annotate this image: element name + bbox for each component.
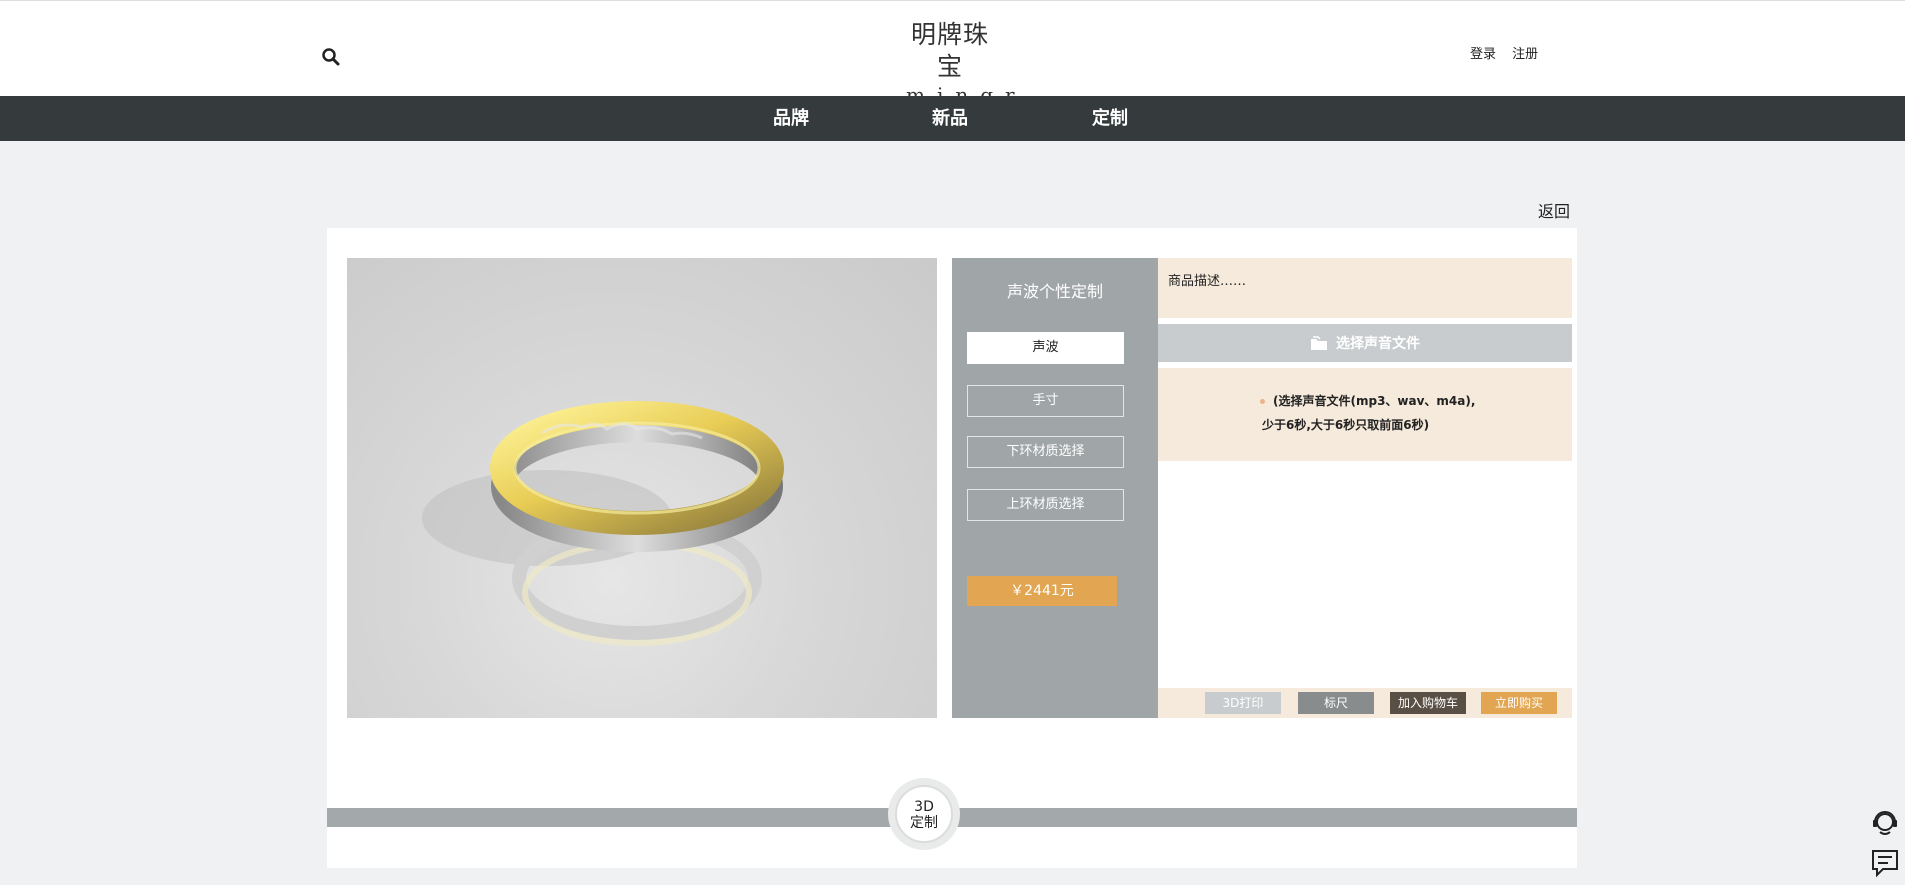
option-lower-ring-material[interactable]: 下环材质选择	[967, 436, 1124, 468]
3d-custom-badge[interactable]: 3D 定制	[895, 785, 953, 843]
customer-service-icon[interactable]	[1870, 808, 1900, 838]
badge-line-2: 定制	[910, 815, 938, 831]
nav-item-brand[interactable]: 品牌	[773, 96, 809, 141]
site-header: 明牌珠宝 mingr 登录 注册	[0, 0, 1905, 107]
hint-line-1: (选择声音文件(mp3、wav、m4a),	[1273, 394, 1476, 408]
badge-line-1: 3D	[914, 799, 934, 815]
product-description: 商品描述……	[1158, 258, 1572, 318]
hint-line-2: 少于6秒,大于6秒只取前面6秒)	[1262, 418, 1430, 432]
option-ring-size[interactable]: 手寸	[967, 385, 1124, 417]
customization-options: 声波个性定制 声波 手寸 下环材质选择 上环材质选择 ￥2441元	[952, 258, 1158, 718]
ring-image	[422, 401, 784, 646]
option-upper-ring-material[interactable]: 上环材质选择	[967, 489, 1124, 521]
bullet-icon	[1260, 399, 1265, 404]
option-soundwave[interactable]: 声波	[967, 332, 1124, 364]
login-link[interactable]: 登录	[1470, 47, 1496, 62]
action-bar: 3D打印 标尺 加入购物车 立即购买	[1158, 688, 1572, 718]
nav-item-custom[interactable]: 定制	[1092, 96, 1128, 141]
buy-now-button[interactable]: 立即购买	[1481, 692, 1557, 714]
add-to-cart-button[interactable]: 加入购物车	[1390, 692, 1466, 714]
options-title: 声波个性定制	[1006, 282, 1103, 301]
search-icon[interactable]	[321, 47, 341, 67]
3d-print-button[interactable]: 3D打印	[1205, 692, 1281, 714]
register-link[interactable]: 注册	[1512, 47, 1538, 62]
folder-icon	[1311, 336, 1327, 350]
ruler-button[interactable]: 标尺	[1298, 692, 1374, 714]
auth-links: 登录 注册	[1470, 43, 1550, 62]
message-icon[interactable]	[1870, 848, 1900, 878]
product-3d-view[interactable]	[347, 258, 937, 718]
back-link[interactable]: 返回	[1538, 198, 1570, 222]
main-nav: 品牌 新品 定制	[0, 96, 1905, 141]
choose-file-label: 选择声音文件	[1336, 336, 1420, 352]
price-tag: ￥2441元	[967, 576, 1117, 606]
nav-item-new[interactable]: 新品	[932, 96, 968, 141]
logo-chinese: 明牌珠宝	[910, 20, 989, 81]
choose-sound-file-button[interactable]: 选择声音文件	[1158, 324, 1572, 362]
logo[interactable]: 明牌珠宝 mingr	[900, 19, 1015, 107]
file-hint: (选择声音文件(mp3、wav、m4a), 少于6秒,大于6秒只取前面6秒)	[1158, 368, 1572, 461]
